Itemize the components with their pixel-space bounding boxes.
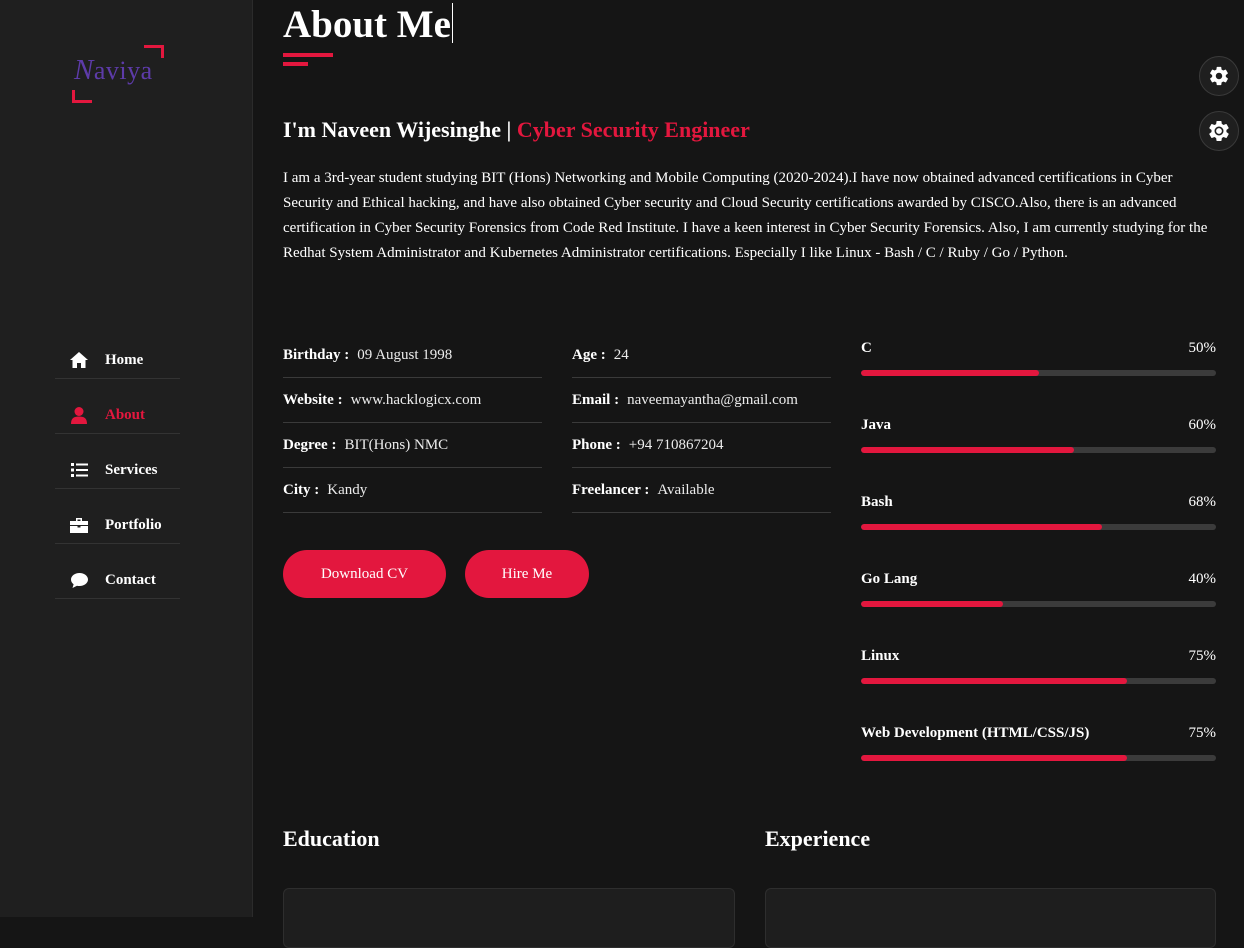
info-value: Kandy xyxy=(327,481,368,498)
skill-item: Web Development (HTML/CSS/JS) 75% xyxy=(861,725,1216,802)
home-icon xyxy=(69,352,89,368)
skill-name: Bash xyxy=(861,494,893,510)
info-list: Birthday : 09 August 1998 Website : www.ha… xyxy=(283,333,542,513)
main-content: About Me I'm Naveen Wijesinghe | Cyber S… xyxy=(283,0,1216,948)
chat-icon xyxy=(69,572,89,588)
skill-progress-track xyxy=(861,524,1216,530)
skill-name: Web Development (HTML/CSS/JS) xyxy=(861,725,1090,741)
skill-progress-track xyxy=(861,678,1216,684)
info-label: Degree : xyxy=(283,436,337,453)
skill-progress-track xyxy=(861,601,1216,607)
education-card xyxy=(283,888,735,948)
info-list: Age : 24 Email : naveemayantha@gmail.com P… xyxy=(572,333,831,513)
skill-name: Java xyxy=(861,417,891,433)
intro-heading: I'm Naveen Wijesinghe | Cyber Security E… xyxy=(283,117,750,143)
skill-item: C 50% xyxy=(861,340,1216,417)
skill-progress-track xyxy=(861,447,1216,453)
info-value: 24 xyxy=(613,346,629,363)
skills-list: C 50% Java 60% Bash 68% Go Lang 40% Linux 75% Web … xyxy=(861,340,1216,802)
skill-percent: 75% xyxy=(1188,725,1217,741)
skill-progress-fill xyxy=(861,370,1039,376)
user-icon xyxy=(69,406,89,424)
info-row-age: Age : 24 xyxy=(572,333,831,378)
page-title: About Me xyxy=(283,3,453,46)
theme-toggle-button[interactable] xyxy=(1199,111,1239,151)
info-label: Birthday : xyxy=(283,346,350,363)
skill-progress-fill xyxy=(861,601,1003,607)
info-label: Age : xyxy=(572,346,606,363)
info-value[interactable]: naveemayantha@gmail.com xyxy=(627,392,798,409)
skill-item: Java 60% xyxy=(861,417,1216,494)
skill-progress-fill xyxy=(861,524,1103,530)
info-value: +94 710867204 xyxy=(628,436,724,453)
experience-heading: Experience xyxy=(765,826,871,851)
list-icon xyxy=(69,463,89,477)
skill-name: Go Lang xyxy=(861,571,918,587)
sidebar-item-label: Home xyxy=(105,351,144,368)
skill-item: Go Lang 40% xyxy=(861,571,1216,648)
info-row-freelancer: Freelancer : Available xyxy=(572,468,831,513)
sidebar-item-label: Services xyxy=(105,461,158,478)
intro-name: I'm Naveen Wijesinghe | xyxy=(283,117,517,142)
skill-name: Linux xyxy=(861,648,900,664)
sidebar-item-label: Contact xyxy=(105,571,156,588)
theme-toggle-icon xyxy=(1209,121,1229,142)
skill-progress-track xyxy=(861,755,1216,761)
sidebar-item-portfolio[interactable]: Portfolio xyxy=(55,507,180,544)
info-value[interactable]: www.hacklogicx.com xyxy=(351,392,482,409)
bio-paragraph: I am a 3rd-year student studying BIT (Ho… xyxy=(283,170,1208,261)
sidebar-item-contact[interactable]: Contact xyxy=(55,562,180,599)
info-row-phone: Phone : +94 710867204 xyxy=(572,423,831,468)
skill-percent: 40% xyxy=(1188,571,1217,587)
sidebar: Naviya Home About Services Portfolio Con… xyxy=(0,0,253,917)
skill-progress-fill xyxy=(861,755,1128,761)
briefcase-icon xyxy=(69,517,89,533)
logo-frame-corner xyxy=(72,90,92,103)
info-value: Available xyxy=(657,481,715,498)
skill-item: Linux 75% xyxy=(861,648,1216,725)
skill-percent: 68% xyxy=(1188,494,1217,510)
text-caret xyxy=(451,3,453,43)
skill-progress-fill xyxy=(861,447,1074,453)
info-value: BIT(Hons) NMC xyxy=(344,436,449,453)
logo[interactable]: Naviya xyxy=(72,45,164,103)
sidebar-item-label: Portfolio xyxy=(105,516,162,533)
skill-percent: 50% xyxy=(1188,340,1217,356)
title-underline xyxy=(283,53,333,57)
info-row-email: Email : naveemayantha@gmail.com xyxy=(572,378,831,423)
skill-progress-fill xyxy=(861,678,1128,684)
skill-percent: 60% xyxy=(1188,417,1217,433)
skill-name: C xyxy=(861,340,872,356)
info-row-website: Website : www.hacklogicx.com xyxy=(283,378,542,423)
skill-percent: 75% xyxy=(1188,648,1217,664)
info-row-city: City : Kandy xyxy=(283,468,542,513)
gear-icon xyxy=(1210,66,1228,86)
settings-button[interactable] xyxy=(1199,56,1239,96)
sidebar-item-about[interactable]: About xyxy=(55,397,180,434)
sidebar-item-home[interactable]: Home xyxy=(55,342,180,379)
skill-item: Bash 68% xyxy=(861,494,1216,571)
experience-card xyxy=(765,888,1216,948)
info-label: Freelancer : xyxy=(572,481,650,498)
sidebar-item-label: About xyxy=(105,406,146,423)
intro-role: Cyber Security Engineer xyxy=(516,117,750,142)
sidebar-nav: Home About Services Portfolio Contact xyxy=(55,342,180,617)
sidebar-item-services[interactable]: Services xyxy=(55,452,180,489)
education-heading: Education xyxy=(283,826,380,851)
info-label: Website : xyxy=(283,391,343,408)
skill-progress-track xyxy=(861,370,1216,376)
info-row-birthday: Birthday : 09 August 1998 xyxy=(283,333,542,378)
info-label: Phone : xyxy=(572,436,621,453)
title-underline xyxy=(283,62,308,66)
info-label: Email : xyxy=(572,391,620,408)
download-cv-button[interactable]: Download CV xyxy=(283,550,446,598)
info-value: 09 August 1998 xyxy=(357,346,453,363)
logo-text: Naviya xyxy=(74,54,153,86)
info-label: City : xyxy=(283,481,320,498)
info-row-degree: Degree : BIT(Hons) NMC xyxy=(283,423,542,468)
hire-me-button[interactable]: Hire Me xyxy=(465,550,589,598)
